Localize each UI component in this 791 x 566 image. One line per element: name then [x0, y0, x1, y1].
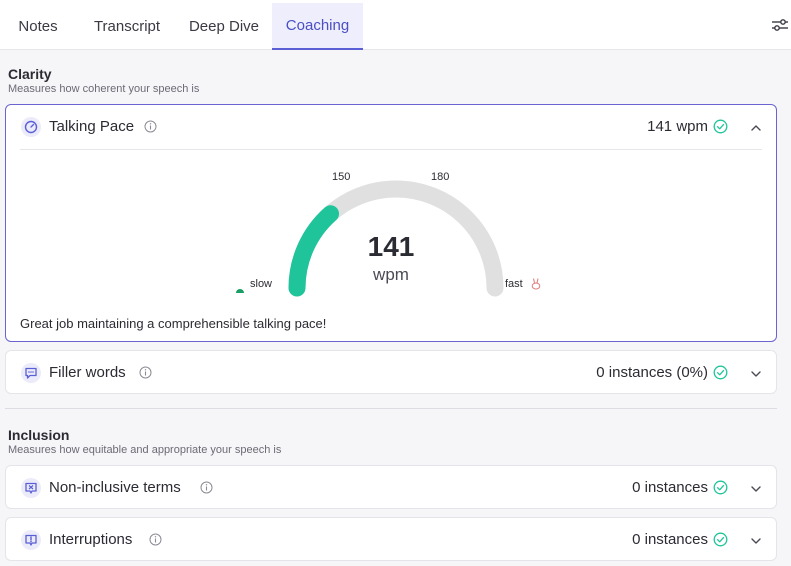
slow-indicator-icon — [235, 281, 245, 299]
clarity-title: Clarity — [8, 66, 52, 82]
gauge-value: 141 — [367, 231, 415, 262]
check-circle-icon — [713, 480, 728, 495]
check-circle-icon — [713, 119, 728, 134]
alert-message-icon — [21, 530, 41, 550]
info-icon[interactable] — [149, 533, 162, 546]
info-icon[interactable] — [200, 481, 213, 494]
info-icon[interactable] — [139, 366, 152, 379]
clarity-subtitle: Measures how coherent your speech is — [8, 83, 200, 95]
section-divider — [5, 408, 777, 409]
fast-label: fast — [505, 278, 523, 290]
filler-words-label: Filler words — [49, 364, 126, 381]
non-inclusive-value: 0 instances — [632, 479, 708, 496]
talking-pace-label: Talking Pace — [49, 118, 135, 135]
filler-words-value: 0 instances (0%) — [596, 364, 708, 381]
filter-settings-icon[interactable] — [771, 16, 789, 34]
chevron-down-icon[interactable] — [750, 534, 762, 546]
gauge-fill — [288, 205, 340, 297]
non-inclusive-header[interactable]: Non-inclusive terms 0 instances — [6, 466, 776, 510]
tab-coaching[interactable]: Coaching — [272, 3, 363, 50]
card-divider — [20, 149, 762, 150]
speech-bubble-icon — [21, 363, 41, 383]
pace-feedback: Great job maintaining a comprehensible t… — [20, 316, 327, 331]
tab-transcript[interactable]: Transcript — [80, 3, 174, 50]
slow-label: slow — [250, 278, 273, 290]
non-inclusive-card: Non-inclusive terms 0 instances — [5, 465, 777, 509]
interruptions-card: Interruptions 0 instances — [5, 517, 777, 561]
interruptions-header[interactable]: Interruptions 0 instances — [6, 518, 776, 562]
tab-notes[interactable]: Notes — [4, 3, 72, 50]
talking-pace-card: Talking Pace 141 wpm 150 180 141 wpm slo… — [5, 104, 777, 342]
info-icon[interactable] — [144, 120, 157, 133]
check-circle-icon — [713, 532, 728, 547]
chevron-down-icon[interactable] — [750, 482, 762, 494]
talking-pace-header[interactable]: Talking Pace 141 wpm — [6, 105, 776, 149]
filler-words-card: Filler words 0 instances (0%) — [5, 350, 777, 394]
chevron-up-icon[interactable] — [750, 121, 762, 133]
gauge-unit: wpm — [373, 265, 409, 284]
check-circle-icon — [713, 365, 728, 380]
speedometer-icon — [21, 117, 41, 137]
non-inclusive-label: Non-inclusive terms — [49, 479, 181, 496]
flag-message-icon — [21, 478, 41, 498]
rabbit-icon — [530, 277, 542, 295]
inclusion-subtitle: Measures how equitable and appropriate y… — [8, 444, 282, 456]
inclusion-title: Inclusion — [8, 427, 70, 443]
interruptions-value: 0 instances — [632, 531, 708, 548]
tab-bar: Notes Transcript Deep Dive Coaching — [0, 0, 791, 50]
tab-deep-dive[interactable]: Deep Dive — [180, 3, 268, 50]
filler-words-header[interactable]: Filler words 0 instances (0%) — [6, 351, 776, 395]
talking-pace-value: 141 wpm — [647, 118, 708, 135]
chevron-down-icon[interactable] — [750, 367, 762, 379]
interruptions-label: Interruptions — [49, 531, 133, 548]
